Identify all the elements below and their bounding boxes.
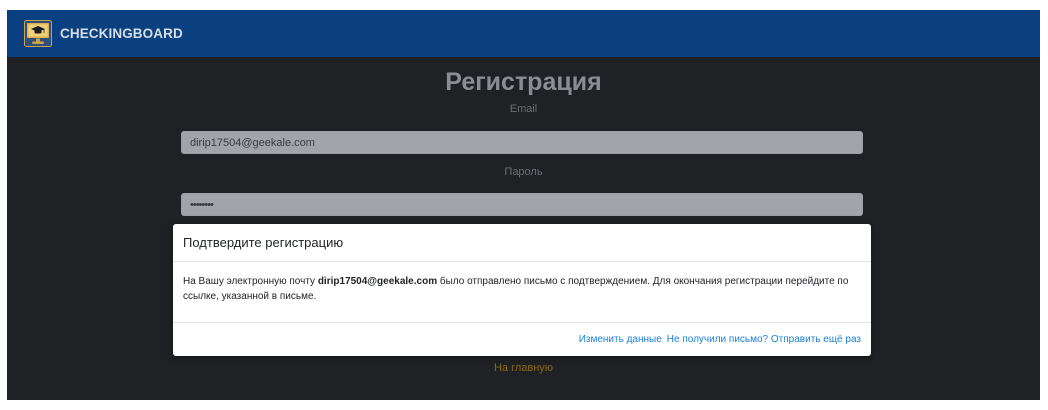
resend-email-link[interactable]: Не получили письмо? Отправить ещё раз	[667, 334, 861, 345]
password-field[interactable]	[181, 193, 863, 216]
modal-header: Подтвердите регистрацию	[173, 224, 871, 262]
confirm-registration-modal: Подтвердите регистрацию На Вашу электрон…	[173, 224, 871, 356]
navbar: CHECKINGBOARD	[7, 10, 1040, 57]
brand-link[interactable]: CHECKINGBOARD	[24, 20, 183, 47]
change-data-link[interactable]: Изменить данные	[579, 334, 662, 345]
modal-body: На Вашу электронную почту dirip17504@gee…	[183, 274, 863, 304]
password-label: Пароль	[504, 166, 543, 178]
page-title: Регистрация	[445, 68, 602, 96]
email-label: Email	[509, 103, 538, 115]
monitor-graduation-cap-icon	[24, 20, 52, 47]
home-link[interactable]: На главную	[7, 362, 1040, 374]
app-window: CHECKINGBOARD Регистрация Email Пароль Н…	[7, 10, 1040, 400]
modal-links: Изменить данные Не получили письмо? Отпра…	[579, 334, 861, 345]
modal-body-email: dirip17504@geekale.com	[317, 276, 438, 287]
modal-title: Подтвердите регистрацию	[183, 235, 344, 250]
modal-body-prefix: На Вашу электронную почту	[183, 276, 318, 287]
email-field[interactable]	[181, 131, 863, 154]
brand-name: CHECKINGBOARD	[60, 26, 183, 41]
modal-footer: Изменить данные Не получили письмо? Отпра…	[173, 322, 871, 356]
